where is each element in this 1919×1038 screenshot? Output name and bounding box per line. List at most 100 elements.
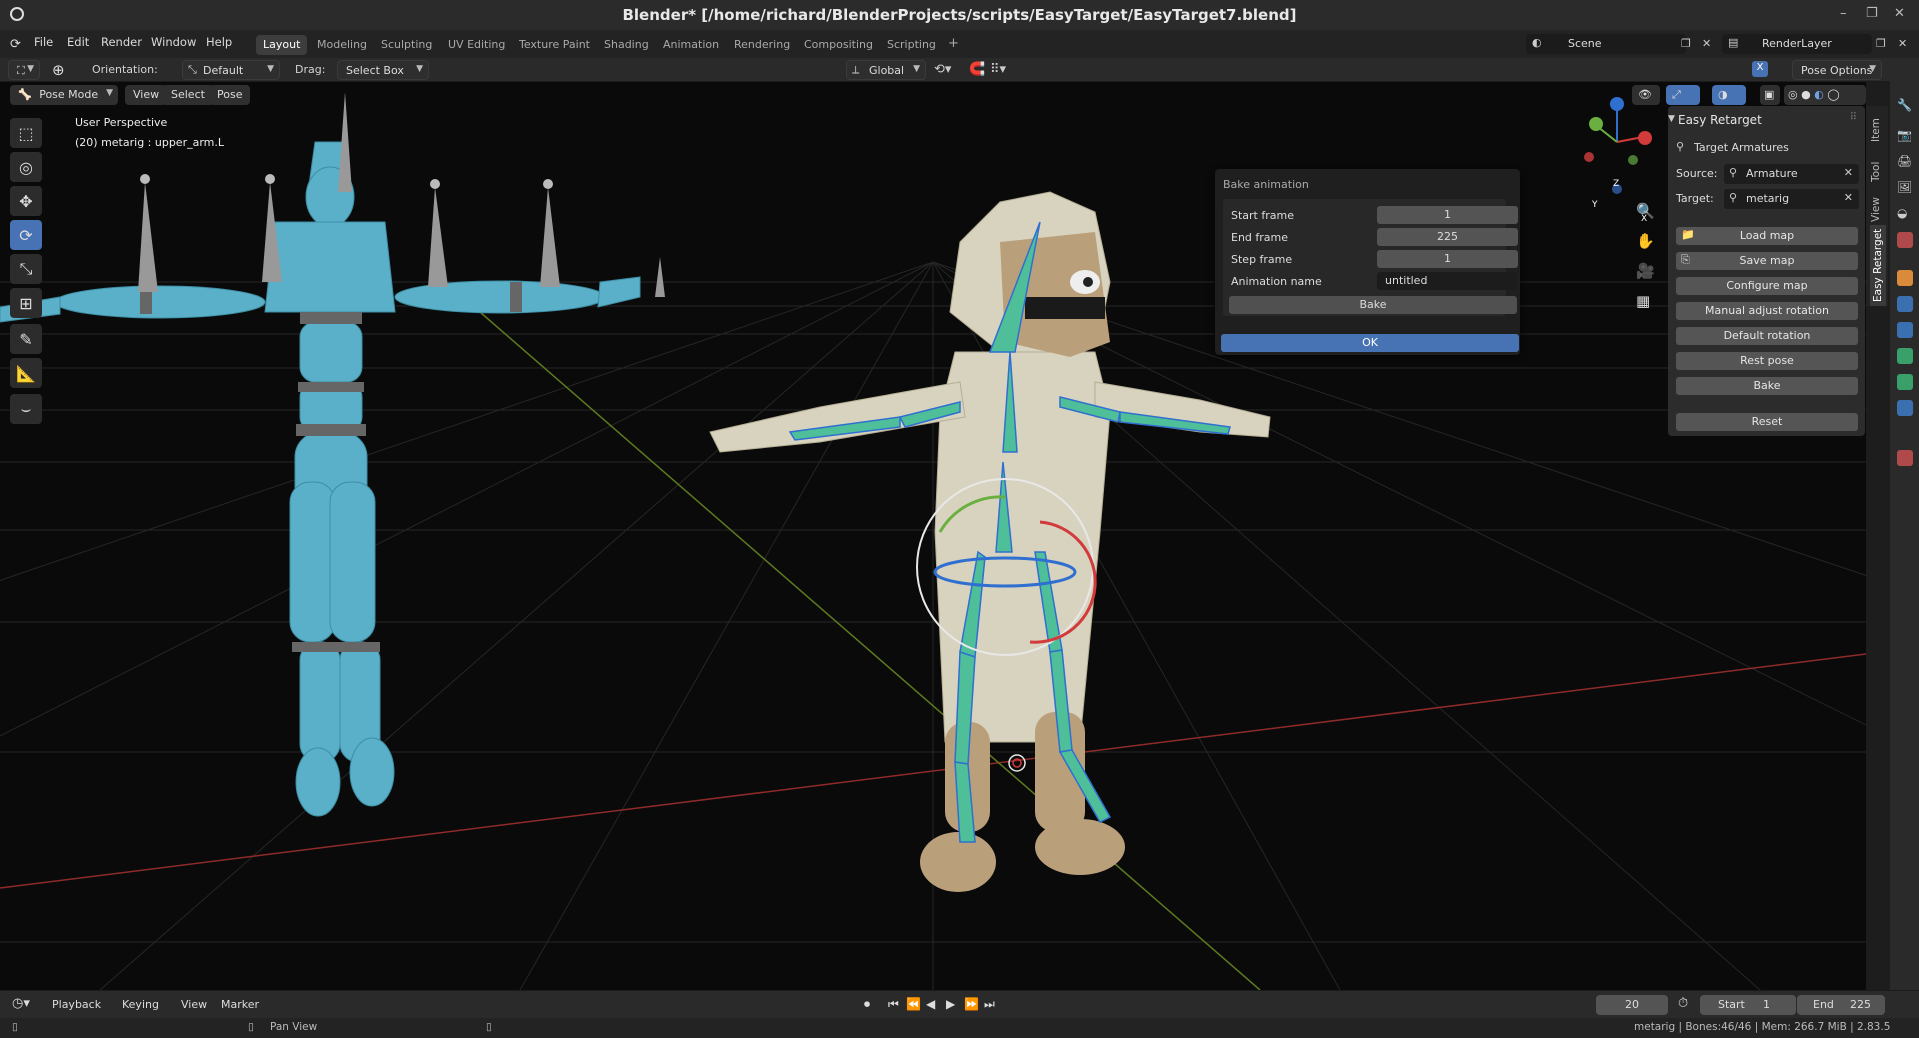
scale-tool-icon[interactable]: ⤡ bbox=[10, 254, 42, 284]
timeline-marker-menu[interactable]: Marker bbox=[221, 998, 259, 1011]
physics-properties-icon[interactable] bbox=[1897, 348, 1913, 364]
view-layer-properties-icon[interactable]: 🖼 bbox=[1897, 180, 1913, 196]
animation-name-field[interactable]: untitled bbox=[1377, 272, 1518, 290]
pose-options-dropdown[interactable]: Pose Options ▼ bbox=[1792, 60, 1882, 80]
clear-target-icon[interactable]: ✕ bbox=[1844, 191, 1853, 204]
move-tool-icon[interactable]: ✥ bbox=[10, 186, 42, 216]
timeline-keying-menu[interactable]: Keying bbox=[122, 998, 159, 1011]
xray-toggle[interactable]: ▣ bbox=[1760, 85, 1780, 105]
record-icon[interactable]: ⏺ bbox=[864, 997, 870, 1012]
cursor-tool-icon[interactable]: ◎ bbox=[10, 152, 42, 182]
orientation-dropdown[interactable]: ⤡ Default ▼ bbox=[182, 60, 280, 80]
solid-shading-icon[interactable]: ● bbox=[1801, 88, 1811, 101]
end-frame-field[interactable]: End 225 bbox=[1797, 995, 1885, 1015]
default-rotation-button[interactable]: Default rotation bbox=[1676, 327, 1858, 345]
panel-drag-handle-icon[interactable]: ⠿ bbox=[1850, 112, 1857, 123]
transform-orientation-dropdown[interactable]: ⟂ Global ▼ bbox=[846, 60, 926, 80]
relax-pose-tool-icon[interactable]: ⌣ bbox=[10, 394, 42, 424]
play-reverse-icon[interactable]: ◀ bbox=[926, 997, 935, 1011]
menu-help[interactable]: Help bbox=[206, 35, 232, 49]
load-map-button[interactable]: 📁 Load map bbox=[1676, 227, 1858, 245]
tab-rendering[interactable]: Rendering bbox=[727, 35, 797, 55]
next-keyframe-icon[interactable]: ⏩ bbox=[964, 997, 979, 1011]
transform-pivot-icon[interactable]: ⊕ bbox=[52, 61, 65, 79]
ortho-grid-icon[interactable]: ▦ bbox=[1636, 292, 1650, 310]
menu-pose[interactable]: Pose bbox=[209, 85, 251, 105]
scene-selector[interactable]: ◐ Scene bbox=[1526, 34, 1686, 54]
panel-bake-button[interactable]: Bake bbox=[1676, 377, 1858, 395]
render-properties-icon[interactable]: 📷 bbox=[1897, 128, 1913, 144]
bone-properties-icon[interactable] bbox=[1897, 400, 1913, 416]
jump-end-icon[interactable]: ⏭ bbox=[984, 997, 995, 1012]
tab-compositing[interactable]: Compositing bbox=[797, 35, 880, 55]
timeline-view-menu[interactable]: View bbox=[181, 998, 207, 1011]
tab-item[interactable]: Item bbox=[1870, 118, 1882, 142]
pan-hand-icon[interactable]: ✋ bbox=[1636, 232, 1655, 250]
select-box-tool-icon[interactable]: ⬚ bbox=[10, 118, 42, 148]
source-armature-field[interactable]: ⚲ Armature ✕ bbox=[1724, 164, 1859, 184]
particles-properties-icon[interactable] bbox=[1897, 322, 1913, 338]
world-properties-icon[interactable] bbox=[1897, 232, 1913, 248]
snap-target-icon[interactable]: ⠿▾ bbox=[990, 62, 1006, 77]
menu-edit[interactable]: Edit bbox=[67, 35, 89, 49]
remove-view-layer-icon[interactable]: ✕ bbox=[1898, 37, 1907, 50]
start-frame-field[interactable]: Start 1 bbox=[1700, 995, 1796, 1015]
wireframe-shading-icon[interactable]: ◎ bbox=[1788, 88, 1798, 101]
object-properties-icon[interactable] bbox=[1897, 270, 1913, 286]
material-shading-icon[interactable]: ◐ bbox=[1814, 88, 1824, 101]
tab-scripting[interactable]: Scripting bbox=[880, 35, 943, 55]
shading-buttons[interactable]: ◎ ● ◐ ◯ bbox=[1784, 85, 1866, 105]
prev-keyframe-icon[interactable]: ⏪ bbox=[906, 997, 921, 1011]
rest-pose-button[interactable]: Rest pose bbox=[1676, 352, 1858, 370]
reset-button[interactable]: Reset bbox=[1676, 413, 1858, 431]
add-workspace-button[interactable]: + bbox=[941, 33, 966, 53]
mirror-x-icon[interactable]: X bbox=[1752, 61, 1768, 77]
rotate-tool-icon[interactable]: ⟳ bbox=[10, 220, 42, 250]
end-frame-field[interactable]: 225 bbox=[1377, 228, 1518, 246]
output-properties-icon[interactable]: 🖨 bbox=[1897, 154, 1913, 170]
mode-dropdown[interactable]: 🦴 Pose Mode ▼ bbox=[10, 85, 118, 105]
view-layer-selector[interactable]: ▤ RenderLayer bbox=[1722, 34, 1872, 54]
close-button[interactable]: ✕ bbox=[1894, 6, 1905, 21]
menu-window[interactable]: Window bbox=[151, 35, 196, 49]
editor-type-dropdown[interactable]: ⛶ ▼ bbox=[8, 60, 40, 80]
configure-map-button[interactable]: Configure map bbox=[1676, 277, 1858, 295]
overlay-toggle[interactable]: ◑ bbox=[1712, 85, 1746, 105]
annotate-tool-icon[interactable]: ✎ bbox=[10, 324, 42, 354]
menu-file[interactable]: File bbox=[34, 35, 53, 49]
tab-modeling[interactable]: Modeling bbox=[310, 35, 374, 55]
tab-easy-retarget[interactable]: Easy Retarget bbox=[1870, 224, 1886, 306]
timeline-editor-icon[interactable]: ◷▾ bbox=[12, 996, 30, 1011]
tab-layout[interactable]: Layout bbox=[256, 35, 308, 55]
menu-select[interactable]: Select bbox=[163, 85, 213, 105]
maximize-button[interactable]: ❐ bbox=[1866, 6, 1878, 21]
tab-tool[interactable]: Tool bbox=[1870, 162, 1882, 182]
step-frame-field[interactable]: 1 bbox=[1377, 250, 1518, 268]
timeline-playback-menu[interactable]: Playback bbox=[52, 998, 101, 1011]
menu-view[interactable]: View bbox=[125, 85, 168, 105]
preview-range-icon[interactable]: ⏱ bbox=[1678, 996, 1688, 1011]
manual-adjust-rotation-button[interactable]: Manual adjust rotation bbox=[1676, 302, 1858, 320]
visibility-toggle[interactable]: 👁 bbox=[1632, 85, 1660, 105]
tab-view[interactable]: View bbox=[1870, 197, 1882, 222]
3d-viewport[interactable]: Z X Y 🦴 Pose Mode ▼ View Select Pose 👁 ⤢… bbox=[0, 82, 1866, 990]
snap-icon[interactable]: 🧲 bbox=[969, 62, 985, 77]
pivot-point-icon[interactable]: ⟲▾ bbox=[934, 62, 951, 77]
object-data-properties-icon[interactable] bbox=[1897, 374, 1913, 390]
panel-header[interactable]: Easy Retarget bbox=[1678, 113, 1762, 127]
ok-button[interactable]: OK bbox=[1221, 334, 1519, 352]
new-view-layer-icon[interactable]: ❐ bbox=[1876, 37, 1886, 50]
zoom-icon[interactable]: 🔍 bbox=[1636, 202, 1655, 220]
camera-icon[interactable]: 🎥 bbox=[1636, 262, 1655, 280]
current-frame-field[interactable]: 20 bbox=[1596, 995, 1668, 1015]
jump-start-icon[interactable]: ⏮ bbox=[888, 997, 899, 1012]
transform-tool-icon[interactable]: ⊞ bbox=[10, 288, 42, 318]
scene-properties-icon[interactable]: ◒ bbox=[1897, 206, 1913, 222]
save-map-button[interactable]: ⎘ Save map bbox=[1676, 252, 1858, 270]
measure-tool-icon[interactable]: 📐 bbox=[10, 358, 42, 388]
clear-source-icon[interactable]: ✕ bbox=[1844, 166, 1853, 179]
tab-animation[interactable]: Animation bbox=[656, 35, 726, 55]
target-armature-field[interactable]: ⚲ metarig ✕ bbox=[1724, 189, 1859, 209]
drag-dropdown[interactable]: Select Box ▼ bbox=[337, 60, 429, 80]
tab-sculpting[interactable]: Sculpting bbox=[374, 35, 439, 55]
